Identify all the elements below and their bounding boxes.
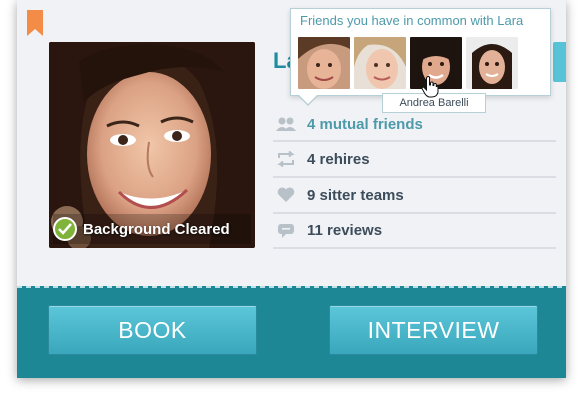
stat-label: 11 reviews	[307, 222, 383, 239]
hand-cursor-icon	[421, 76, 439, 98]
name-tab-accent	[553, 42, 566, 82]
repeat-icon	[275, 150, 297, 168]
book-button[interactable]: BOOK	[48, 305, 257, 355]
stat-label: 4 rehires	[307, 150, 370, 168]
stat-sitter-teams: 9 sitter teams	[273, 178, 556, 214]
friend-avatars	[298, 37, 518, 89]
stats-list: 4 mutual friends 4 rehires 9 sitter team…	[273, 108, 556, 249]
stat-label: 4 mutual friends	[307, 115, 423, 133]
comment-icon	[275, 222, 297, 240]
heart-icon	[275, 186, 297, 204]
profile-photo: Background Cleared	[49, 42, 255, 248]
check-icon	[53, 217, 77, 241]
friend-avatar[interactable]	[354, 37, 406, 89]
action-bar: BOOK INTERVIEW	[17, 286, 566, 378]
friend-avatar[interactable]	[466, 37, 518, 89]
popover-arrow	[299, 95, 317, 104]
stat-reviews: 11 reviews	[273, 214, 556, 249]
background-cleared-badge: Background Cleared	[53, 214, 251, 244]
stat-mutual-friends[interactable]: 4 mutual friends	[273, 108, 556, 142]
stat-rehires: 4 rehires	[273, 142, 556, 178]
people-icon	[275, 115, 297, 133]
friend-avatar[interactable]	[298, 37, 350, 89]
stitch-divider	[17, 286, 566, 290]
popover-title: Friends you have in common with Lara	[300, 13, 524, 28]
stat-label: 9 sitter teams	[307, 186, 404, 204]
background-cleared-label: Background Cleared	[83, 220, 230, 238]
interview-button[interactable]: INTERVIEW	[329, 305, 538, 355]
bookmark-icon[interactable]	[27, 10, 43, 36]
